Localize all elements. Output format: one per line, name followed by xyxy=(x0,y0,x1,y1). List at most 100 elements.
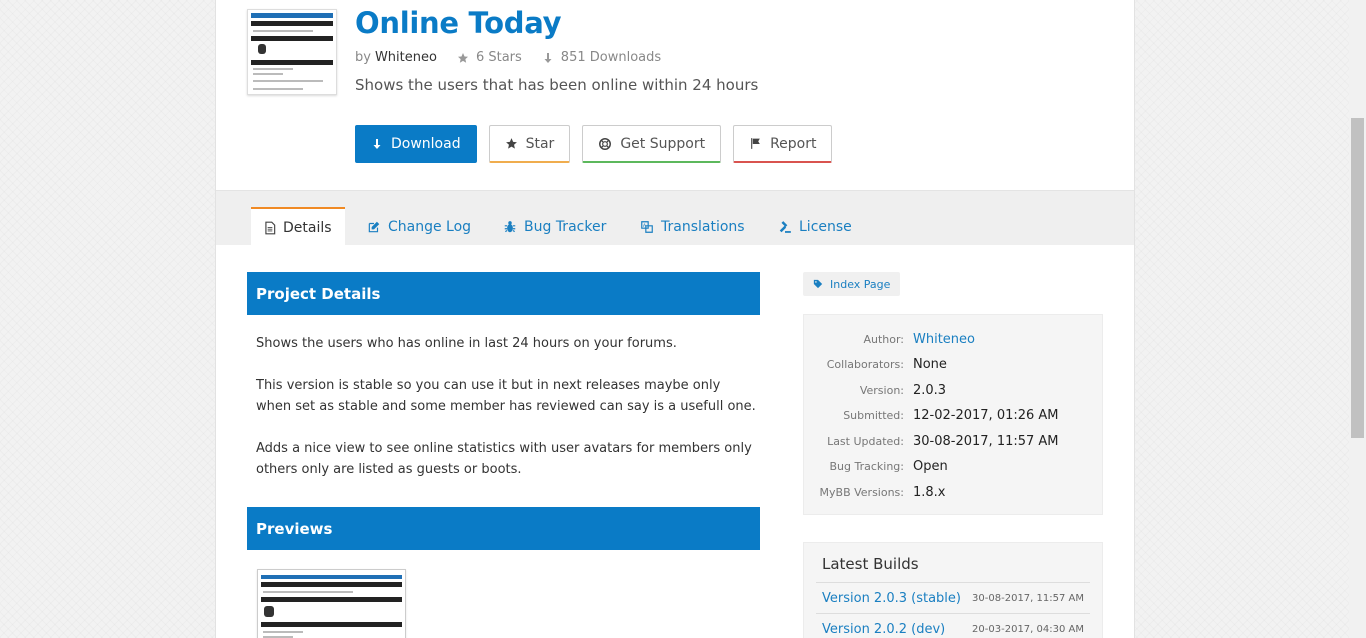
action-buttons: Download Star Get Support Report xyxy=(355,125,833,163)
details-paragraph: This version is stable so you can use it… xyxy=(256,378,756,414)
preview-bar xyxy=(261,582,402,587)
thumb-line xyxy=(253,73,283,75)
support-label: Get Support xyxy=(620,135,706,152)
tag-index-page[interactable]: Index Page xyxy=(803,272,901,296)
project-description: Shows the users that has been online wit… xyxy=(355,76,759,94)
thumb-bar xyxy=(251,21,333,26)
downloads-text: 851 Downloads xyxy=(560,50,662,65)
preview-bar xyxy=(261,575,402,579)
vertical-scrollbar[interactable] xyxy=(1349,0,1366,638)
latest-builds-box: Latest Builds Version 2.0.3 (stable) 30-… xyxy=(803,542,1103,638)
latest-builds-heading: Latest Builds xyxy=(822,555,919,573)
preview-line xyxy=(263,631,303,633)
project-meta: by Whiteneo 6 Stars 851 Downloads xyxy=(355,50,661,65)
info-value: 12-02-2017, 01:26 AM xyxy=(913,407,1059,423)
build-row: Version 2.0.2 (dev) 20-03-2017, 04:30 AM xyxy=(816,613,1090,638)
by-label: by xyxy=(355,50,371,65)
details-paragraph: Shows the users who has online in last 2… xyxy=(256,336,677,351)
flag-icon xyxy=(751,138,760,149)
tag-icon xyxy=(813,279,823,289)
download-icon xyxy=(373,139,381,149)
info-key: Collaborators: xyxy=(826,357,904,371)
preview-avatar xyxy=(264,606,274,617)
thumb-line xyxy=(253,68,293,70)
document-icon xyxy=(265,221,276,234)
project-thumbnail[interactable] xyxy=(247,9,337,95)
thumb-bar xyxy=(251,36,333,41)
info-row-mybb-versions: MyBB Versions: 1.8.x xyxy=(804,482,1104,502)
preview-image[interactable] xyxy=(257,569,406,638)
project-title: Online Today xyxy=(355,6,562,40)
info-key: Last Updated: xyxy=(827,434,904,448)
thumb-header-bar xyxy=(251,13,333,18)
get-support-button[interactable]: Get Support xyxy=(582,125,722,163)
scrollbar-thumb[interactable] xyxy=(1351,118,1364,438)
tab-license[interactable]: License xyxy=(778,207,852,246)
download-icon xyxy=(544,52,552,63)
info-row-bug-tracking: Bug Tracking: Open xyxy=(804,456,1104,476)
info-row-version: Version: 2.0.3 xyxy=(804,380,1104,400)
previews-heading: Previews xyxy=(247,507,760,550)
info-key: Version: xyxy=(859,383,904,397)
star-label: Star xyxy=(525,135,555,152)
translate-icon: A xyxy=(641,220,653,233)
tab-details[interactable]: Details xyxy=(251,207,345,246)
info-value: None xyxy=(913,356,947,372)
project-details-body: Shows the users who has online in last 2… xyxy=(256,333,756,501)
tab-translations[interactable]: A Translations xyxy=(640,207,745,246)
star-button[interactable]: Star xyxy=(488,125,571,163)
lifebuoy-icon xyxy=(599,137,612,150)
tag-label: Index Page xyxy=(830,277,891,291)
info-key: MyBB Versions: xyxy=(819,485,904,499)
bug-icon xyxy=(504,220,516,232)
details-paragraph: Adds a nice view to see online statistic… xyxy=(256,441,752,477)
star-icon xyxy=(505,138,517,149)
edit-icon xyxy=(368,221,380,232)
info-value: 2.0.3 xyxy=(913,382,947,398)
build-row: Version 2.0.3 (stable) 30-08-2017, 11:57… xyxy=(816,582,1090,613)
tab-change-log[interactable]: Change Log xyxy=(367,207,471,246)
stars-text: 6 Stars xyxy=(475,50,522,65)
preview-bar xyxy=(261,597,402,602)
build-date: 30-08-2017, 11:57 AM xyxy=(972,592,1084,604)
tab-label: Details xyxy=(283,219,332,236)
thumb-avatar xyxy=(258,44,266,54)
info-row-submitted: Submitted: 12-02-2017, 01:26 AM xyxy=(804,405,1104,425)
tab-label: Change Log xyxy=(388,218,472,235)
thumb-line xyxy=(253,88,303,90)
thumb-bar xyxy=(251,60,333,65)
thumb-line xyxy=(253,30,313,32)
info-row-collaborators: Collaborators: None xyxy=(804,354,1104,374)
info-row-author: Author: Whiteneo xyxy=(804,329,1104,349)
author-link[interactable]: Whiteneo xyxy=(913,332,975,347)
author-link[interactable]: Whiteneo xyxy=(375,50,437,65)
info-value: 30-08-2017, 11:57 AM xyxy=(913,433,1059,449)
download-label: Download xyxy=(391,136,461,152)
download-button[interactable]: Download xyxy=(355,125,477,163)
tab-bar: Details Change Log Bug Tracker A Transla… xyxy=(216,190,1134,246)
build-date: 20-03-2017, 04:30 AM xyxy=(972,623,1084,635)
tab-bug-tracker[interactable]: Bug Tracker xyxy=(503,207,606,246)
preview-line xyxy=(263,591,353,593)
project-info-box: Author: Whiteneo Collaborators: None Ver… xyxy=(803,314,1103,515)
build-link[interactable]: Version 2.0.3 (stable) xyxy=(822,591,961,606)
stars-count: 6 Stars xyxy=(457,50,522,65)
project-page: Online Today by Whiteneo 6 Stars 851 Dow… xyxy=(215,0,1135,638)
info-value: Open xyxy=(913,458,948,474)
thumb-line xyxy=(253,80,323,82)
info-key: Bug Tracking: xyxy=(829,459,905,473)
info-value: 1.8.x xyxy=(913,484,946,500)
preview-bar xyxy=(261,622,402,627)
tab-label: Translations xyxy=(661,218,745,235)
info-key: Submitted: xyxy=(843,408,904,422)
report-label: Report xyxy=(770,135,817,152)
downloads-count: 851 Downloads xyxy=(542,50,661,65)
info-row-last-updated: Last Updated: 30-08-2017, 11:57 AM xyxy=(804,431,1104,451)
gavel-icon xyxy=(779,220,791,233)
build-link[interactable]: Version 2.0.2 (dev) xyxy=(822,622,945,637)
star-icon xyxy=(457,52,468,63)
project-details-heading: Project Details xyxy=(247,272,760,315)
report-button[interactable]: Report xyxy=(733,125,833,163)
tab-label: License xyxy=(799,218,852,235)
info-key: Author: xyxy=(863,332,904,346)
